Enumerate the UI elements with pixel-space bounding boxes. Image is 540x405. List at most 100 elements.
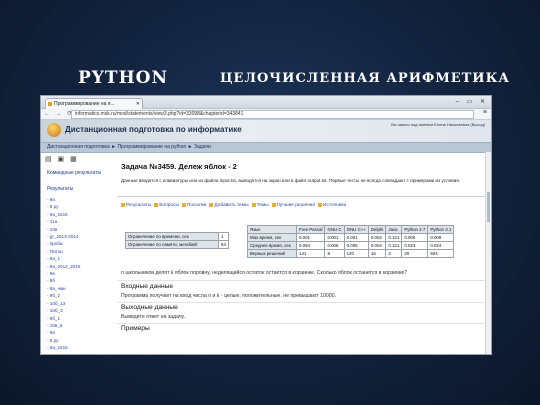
link-icon [154, 203, 159, 207]
table-cell: 0.005 [343, 241, 369, 250]
sidebar-item[interactable]: - gr_2013-2014 [47, 233, 80, 240]
examples-heading: Примеры [121, 325, 150, 332]
browser-menu-icon[interactable]: ≡ [483, 109, 487, 116]
table-cell: 0.008 [427, 233, 455, 242]
table-cell: 0.024 [427, 241, 455, 250]
table-cell: 0.002 [367, 233, 387, 242]
table-cell: 0.001 [295, 233, 326, 242]
sidebar-item[interactable]: - проба [47, 240, 80, 247]
sidebar-item[interactable]: - 8 ру [47, 337, 80, 344]
sidebar-item[interactable]: - 9б_2 [47, 292, 80, 299]
limits-table: Ограничение по времени, сек 1 Ограничение … [125, 232, 229, 249]
limit-value: 64 [218, 240, 229, 249]
sidebar-item[interactable]: - 9а [47, 196, 80, 203]
site-logo-icon [47, 123, 61, 137]
column-header: Python 2.7 [401, 225, 429, 234]
problem-intro: Данные вводятся с клавиатуры или из файл… [121, 178, 461, 183]
row-label: Max время, сек [247, 233, 297, 242]
sidebar-item[interactable]: - 9а_1516 [47, 211, 80, 218]
site-name[interactable]: Дистанционная подготовка по информатике [65, 125, 242, 134]
sidebar-item[interactable]: - 9а_1516 [47, 344, 80, 351]
link-icon [271, 203, 276, 207]
table-header-row: Язык Free Pascal GNU C GNU C++ Delphi Java Pyt… [247, 225, 455, 234]
sidebar-item[interactable]: - 11а [47, 352, 80, 354]
tab-close-icon[interactable]: ✕ [136, 99, 140, 109]
table-cell: 0.006 [324, 241, 345, 250]
sidebar-item[interactable]: - 11а [47, 218, 80, 225]
sidebar-item[interactable]: - 10в_5 [47, 322, 80, 329]
problem-link[interactable]: Вопросы [159, 203, 179, 208]
table-cell: 0.006 [401, 233, 429, 242]
slide-title-python: PYTHON [78, 68, 168, 88]
table-row: Ограничение по времени, сек 1 [125, 232, 229, 241]
column-header: Python 3.1 [427, 225, 455, 234]
table-row: Верных решений 141 8 120 16 2 20 504 [247, 249, 455, 258]
sidebar-item[interactable]: - 9б_1 [47, 315, 80, 322]
scrollbar-thumb[interactable] [487, 192, 490, 222]
sidebar-item[interactable]: - Питон [47, 248, 80, 255]
table-row: Ограничение по памяти, мегабайт 64 [125, 240, 229, 249]
sidebar-item[interactable]: - 9а_2014_2015 [47, 263, 80, 270]
sidebar-results-heading: Результаты [47, 186, 74, 192]
favicon-icon [48, 102, 52, 106]
browser-window: Программирование на я... ✕ – ▭ ✕ ← → ⟳ i… [40, 95, 492, 355]
window-controls[interactable]: – ▭ ✕ [456, 98, 488, 105]
column-header: Delphi [367, 225, 387, 234]
sidebar-item[interactable]: - 8 ру [47, 203, 80, 210]
problem-link[interactable]: Темы [257, 203, 269, 208]
link-icon [121, 203, 125, 207]
row-label: Среднее время, сек [247, 241, 297, 250]
sidebar-item[interactable]: - 8а_1 [47, 255, 80, 262]
problem-link[interactable]: Результаты [126, 203, 151, 208]
input-heading: Входные данные [121, 283, 173, 290]
browser-tab[interactable]: Программирование на я... ✕ [45, 98, 143, 109]
table-cell: 0.121 [385, 241, 403, 250]
table-cell: 504 [427, 249, 455, 258]
table-cell: 0.084 [295, 241, 326, 250]
column-header: GNU C [324, 225, 345, 234]
browser-titlebar: Программирование на я... ✕ – ▭ ✕ [41, 96, 491, 109]
sidebar-team-results[interactable]: Командные результаты [47, 170, 101, 176]
problem-link[interactable]: Лучшие решения [277, 203, 315, 208]
breadcrumb[interactable]: Дистанционная подготовка ► Программирова… [47, 144, 211, 150]
sidebar: ▤ ▣ ▦ Командные результаты Результаты - … [41, 152, 111, 354]
login-info[interactable]: Вы зашли под именем Елена Николаевна (Вы… [391, 122, 485, 127]
table-cell: 0.001 [343, 233, 369, 242]
divider [117, 280, 485, 281]
limit-label: Ограничение по памяти, мегабайт [125, 240, 219, 249]
limit-label: Ограничение по времени, сек [125, 232, 219, 241]
sidebar-item[interactable]: - 10б_13 [47, 300, 80, 307]
input-text: Программа получает на вход числа n и k -… [121, 293, 336, 299]
sidebar-item[interactable]: - 10б_3 [47, 307, 80, 314]
problem-link[interactable]: Добавить темы [214, 203, 248, 208]
sidebar-item[interactable]: - 9в [47, 270, 80, 277]
column-header: Язык [247, 225, 297, 234]
sidebar-item[interactable]: - 8б [47, 277, 80, 284]
table-cell: 8 [324, 249, 345, 258]
sidebar-tool-icons[interactable]: ▤ ▣ ▦ [45, 155, 79, 163]
url-input[interactable]: informatics.msk.ru/mod/statements/view3.… [71, 110, 474, 119]
sidebar-item[interactable]: - 10в [47, 226, 80, 233]
problem-link[interactable]: Источники [323, 203, 346, 208]
divider [117, 196, 485, 197]
row-label: Верных решений [247, 249, 297, 258]
tab-title: Программирование на я... [54, 101, 115, 107]
table-cell: 141 [295, 249, 326, 258]
link-icon [181, 203, 186, 207]
link-icon [251, 203, 256, 207]
address-bar-row: ← → ⟳ informatics.msk.ru/mod/statements/… [41, 109, 491, 120]
page-scrollbar[interactable] [485, 152, 491, 354]
link-icon [318, 203, 323, 207]
divider [117, 323, 485, 324]
sidebar-item[interactable]: - 9а_чмн [47, 285, 80, 292]
table-cell: 120 [343, 249, 369, 258]
column-header: GNU C++ [343, 225, 369, 234]
table-cell: 16 [367, 249, 387, 258]
output-heading: Выходные данные [121, 304, 178, 311]
column-header: Java [385, 225, 403, 234]
table-cell: 0.001 [324, 233, 345, 242]
sidebar-item[interactable]: - 9а [47, 329, 80, 336]
problem-link[interactable]: Посылки [187, 203, 207, 208]
problem-title: Задача №3459. Дележ яблок - 2 [121, 162, 237, 171]
nav-buttons[interactable]: ← → ⟳ [44, 110, 74, 117]
